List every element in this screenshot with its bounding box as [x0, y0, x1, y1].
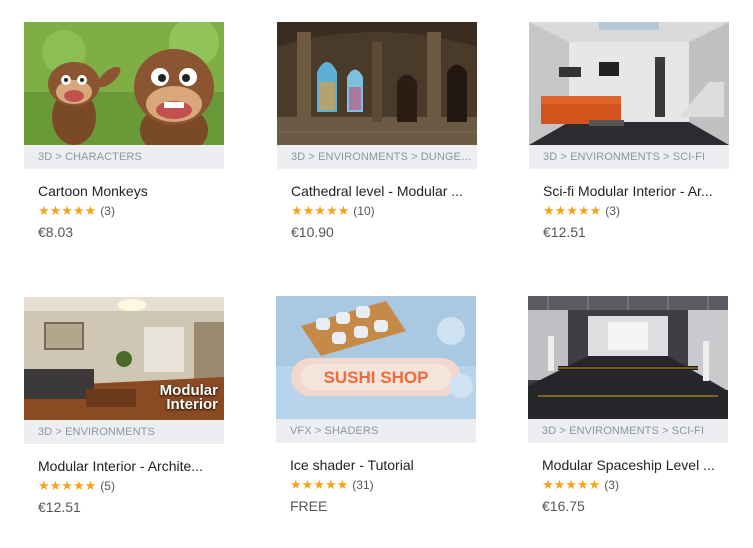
- product-price: €10.90: [291, 224, 334, 240]
- product-title[interactable]: Sci-fi Modular Interior - Ar...: [543, 183, 729, 199]
- product-card-modular-interior[interactable]: Modular Interior 3D > ENVIRONMENTS Modul…: [24, 297, 224, 515]
- star-rating-icon: ★★★★★: [38, 478, 97, 493]
- product-price: FREE: [290, 498, 328, 514]
- rating-count: (5): [100, 479, 115, 493]
- star-rating-icon: ★★★★★: [291, 203, 350, 218]
- rating-count: (31): [352, 478, 374, 492]
- product-thumbnail[interactable]: Modular Interior: [24, 297, 224, 420]
- star-rating-icon: ★★★★★: [542, 477, 601, 492]
- rating: ★★★★★ (3): [542, 477, 728, 493]
- thumbnail-overlay-title: SUSHI SHOP: [324, 368, 429, 387]
- rating-count: (3): [605, 204, 620, 218]
- rating-count: (10): [353, 204, 375, 218]
- product-title[interactable]: Cathedral level - Modular ...: [291, 183, 477, 199]
- rating: ★★★★★ (5): [38, 478, 224, 494]
- product-card-scifi-interior[interactable]: 3D > ENVIRONMENTS > SCI-FI Sci-fi Modula…: [529, 22, 729, 240]
- product-thumbnail[interactable]: [24, 22, 224, 145]
- product-price: €8.03: [38, 224, 74, 240]
- product-title[interactable]: Modular Spaceship Level ...: [542, 457, 728, 473]
- star-rating-icon: ★★★★★: [543, 203, 602, 218]
- product-price: €12.51: [543, 224, 586, 240]
- product-card-cathedral-level[interactable]: 3D > ENVIRONMENTS > DUNGEO... Cathedral …: [277, 22, 477, 240]
- category-label[interactable]: 3D > CHARACTERS: [24, 145, 224, 169]
- rating-count: (3): [100, 204, 115, 218]
- category-label[interactable]: VFX > SHADERS: [276, 419, 476, 443]
- product-title[interactable]: Cartoon Monkeys: [38, 183, 224, 199]
- product-price: €16.75: [542, 498, 585, 514]
- product-thumbnail[interactable]: SUSHI SHOP: [276, 296, 476, 419]
- rating-count: (3): [604, 478, 619, 492]
- rating: ★★★★★ (31): [290, 477, 476, 493]
- category-label[interactable]: 3D > ENVIRONMENTS > SCI-FI: [529, 145, 729, 169]
- category-label[interactable]: 3D > ENVIRONMENTS > SCI-FI: [528, 419, 728, 443]
- product-card-cartoon-monkeys[interactable]: 3D > CHARACTERS Cartoon Monkeys ★★★★★ (3…: [24, 22, 224, 240]
- product-thumbnail[interactable]: [277, 22, 477, 145]
- star-rating-icon: ★★★★★: [290, 477, 349, 492]
- star-rating-icon: ★★★★★: [38, 203, 97, 218]
- product-title[interactable]: Ice shader - Tutorial: [290, 457, 476, 473]
- thumbnail-overlay-title: Modular Interior: [159, 382, 218, 413]
- product-title[interactable]: Modular Interior - Archite...: [38, 458, 224, 474]
- product-card-modular-spaceship[interactable]: 3D > ENVIRONMENTS > SCI-FI Modular Space…: [528, 296, 728, 514]
- category-label[interactable]: 3D > ENVIRONMENTS > DUNGEO...: [277, 145, 477, 169]
- product-thumbnail[interactable]: [528, 296, 728, 419]
- category-label[interactable]: 3D > ENVIRONMENTS: [24, 420, 224, 444]
- product-price: €12.51: [38, 499, 81, 515]
- product-card-ice-shader[interactable]: SUSHI SHOP VFX > SHADERS Ice shader - Tu…: [276, 296, 476, 514]
- rating: ★★★★★ (10): [291, 203, 477, 219]
- rating: ★★★★★ (3): [38, 203, 224, 219]
- product-thumbnail[interactable]: [529, 22, 729, 145]
- rating: ★★★★★ (3): [543, 203, 729, 219]
